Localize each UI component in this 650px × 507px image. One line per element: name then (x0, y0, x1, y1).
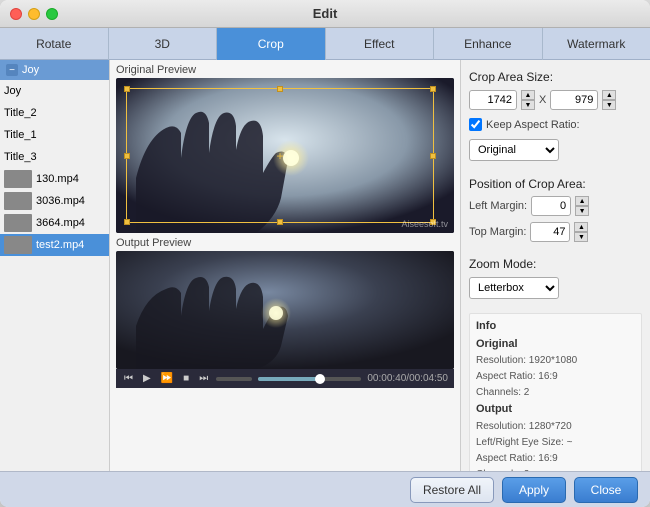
top-margin-stepper[interactable]: ▲ ▼ (574, 222, 588, 242)
progress-fill (258, 377, 320, 381)
skip-back-button[interactable]: ⏮ (122, 373, 135, 384)
minimize-window-button[interactable] (28, 8, 40, 20)
time-display: 00:00:40/00:04:50 (367, 373, 448, 384)
sidebar-item-title2[interactable]: Title_2 (0, 102, 109, 124)
main-content: − Joy Joy Title_2 Title_1 Title_3 130.mp… (0, 60, 650, 471)
left-margin-increment[interactable]: ▲ (575, 196, 589, 206)
top-margin-increment[interactable]: ▲ (574, 222, 588, 232)
left-margin-stepper[interactable]: ▲ ▼ (575, 196, 589, 216)
top-margin-input[interactable] (530, 222, 570, 242)
output-resolution: Resolution: 1280*720 (476, 421, 572, 432)
sidebar-item-joy[interactable]: Joy (0, 80, 109, 102)
sidebar-item-test2mp4[interactable]: test2.mp4 (0, 234, 109, 256)
maximize-window-button[interactable] (46, 8, 58, 20)
position-label: Position of Crop Area: (469, 177, 642, 191)
apply-button[interactable]: Apply (502, 477, 566, 503)
output-preview-label: Output Preview (116, 237, 454, 249)
window-title: Edit (313, 6, 338, 21)
sidebar-item-thumbnail (4, 170, 32, 188)
zoom-mode-select[interactable]: Letterbox Pan & Scan Full (469, 277, 559, 299)
edit-window: Edit Rotate 3D Crop Effect Enhance Water… (0, 0, 650, 507)
play-forward-button[interactable]: ⏩ (159, 373, 175, 384)
sidebar-header: − Joy (0, 60, 109, 80)
close-button[interactable]: Close (574, 477, 638, 503)
watermark-text: Aiseesoft.tv (401, 219, 448, 229)
content-area: Original Preview (110, 60, 460, 471)
sidebar-item-thumbnail (4, 192, 32, 210)
sidebar: − Joy Joy Title_2 Title_1 Title_3 130.mp… (0, 60, 110, 471)
skip-forward-button[interactable]: ⏭ (197, 373, 210, 384)
sidebar-collapse-button[interactable]: − (6, 64, 18, 76)
sidebar-item-130mp4[interactable]: 130.mp4 (0, 168, 109, 190)
info-box: Info Original Resolution: 1920*1080 Aspe… (469, 313, 642, 471)
tab-crop[interactable]: Crop (217, 28, 326, 60)
traffic-lights (10, 8, 58, 20)
original-preview-box: + Aiseesoft.tv (116, 78, 454, 233)
output-preview-box (116, 251, 454, 369)
x-separator: X (539, 94, 546, 106)
aspect-select-row: Original 16:9 4:3 1:1 (469, 139, 642, 161)
progress-thumb[interactable] (315, 374, 325, 384)
sidebar-header-label: Joy (22, 64, 39, 76)
tab-effect[interactable]: Effect (326, 28, 435, 60)
top-margin-row: Top Margin: ▲ ▼ (469, 222, 642, 242)
original-section-title: Original (476, 338, 518, 350)
height-stepper[interactable]: ▲ ▼ (602, 90, 616, 110)
width-increment[interactable]: ▲ (521, 90, 535, 100)
crop-area-size-label: Crop Area Size: (469, 70, 642, 84)
sidebar-item-thumbnail (4, 214, 32, 232)
play-button[interactable]: ▶ (141, 373, 153, 384)
original-aspect: Aspect Ratio: 16:9 (476, 371, 558, 382)
crop-size-row: ▲ ▼ X ▲ ▼ (469, 90, 642, 110)
sidebar-item-3036mp4[interactable]: 3036.mp4 (0, 190, 109, 212)
title-bar: Edit (0, 0, 650, 28)
tab-enhance[interactable]: Enhance (434, 28, 543, 60)
tab-rotate[interactable]: Rotate (0, 28, 109, 60)
keep-aspect-label: Keep Aspect Ratio: (486, 119, 580, 131)
original-preview-label: Original Preview (116, 64, 454, 76)
output-left-right: Left/Right Eye Size: ~ (476, 437, 572, 448)
sidebar-item-thumbnail (4, 236, 32, 254)
left-margin-row: Left Margin: ▲ ▼ (469, 196, 642, 216)
left-margin-input[interactable] (531, 196, 571, 216)
output-aspect: Aspect Ratio: 16:9 (476, 453, 558, 464)
toolbar: Rotate 3D Crop Effect Enhance Watermark (0, 28, 650, 60)
height-increment[interactable]: ▲ (602, 90, 616, 100)
restore-all-button[interactable]: Restore All (410, 477, 494, 503)
top-margin-label: Top Margin: (469, 226, 526, 238)
stop-button[interactable]: ■ (181, 373, 191, 384)
sidebar-item-3664mp4[interactable]: 3664.mp4 (0, 212, 109, 234)
output-preview-section: Output Preview (116, 237, 454, 388)
close-window-button[interactable] (10, 8, 22, 20)
top-margin-decrement[interactable]: ▼ (574, 232, 588, 242)
keep-aspect-row: Keep Aspect Ratio: (469, 118, 642, 131)
original-preview-section: Original Preview (116, 64, 454, 233)
sidebar-item-title1[interactable]: Title_1 (0, 124, 109, 146)
zoom-select-row: Letterbox Pan & Scan Full (469, 277, 642, 299)
width-decrement[interactable]: ▼ (521, 100, 535, 110)
crop-width-input[interactable] (469, 90, 517, 110)
zoom-mode-label: Zoom Mode: (469, 257, 642, 271)
crop-height-input[interactable] (550, 90, 598, 110)
video-controls: ⏮ ▶ ⏩ ■ ⏭ 00:00:40/00:04:50 (116, 369, 454, 388)
sidebar-item-title3[interactable]: Title_3 (0, 146, 109, 168)
original-channels: Channels: 2 (476, 387, 529, 398)
left-margin-decrement[interactable]: ▼ (575, 206, 589, 216)
info-label: Info (476, 320, 496, 332)
bottom-bar: Restore All Apply Close (0, 471, 650, 507)
left-margin-label: Left Margin: (469, 200, 527, 212)
progress-bar[interactable] (258, 377, 361, 381)
aspect-ratio-select[interactable]: Original 16:9 4:3 1:1 (469, 139, 559, 161)
tab-3d[interactable]: 3D (109, 28, 218, 60)
original-resolution: Resolution: 1920*1080 (476, 355, 577, 366)
width-stepper[interactable]: ▲ ▼ (521, 90, 535, 110)
tab-watermark[interactable]: Watermark (543, 28, 650, 60)
output-section-title: Output (476, 403, 512, 415)
height-decrement[interactable]: ▼ (602, 100, 616, 110)
keep-aspect-checkbox[interactable] (469, 118, 482, 131)
volume-bar[interactable] (216, 377, 252, 381)
right-panel: Crop Area Size: ▲ ▼ X ▲ ▼ Keep Aspect Ra… (460, 60, 650, 471)
